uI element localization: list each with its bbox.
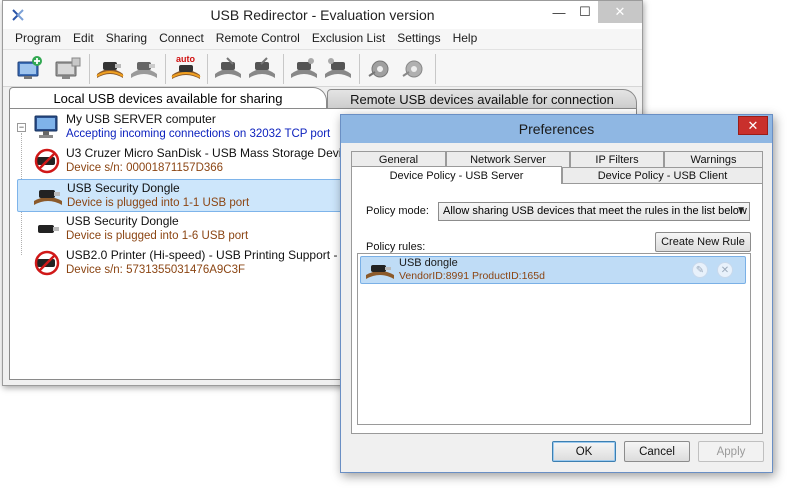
menu-connect[interactable]: Connect [153,29,210,49]
remove-server-icon [55,57,81,79]
computer-icon [34,115,58,138]
edit-rule-icon[interactable]: ✎ [692,262,708,278]
device-node[interactable]: USB2.0 Printer (Hi-speed) - USB Printing… [32,247,372,281]
delete-rule-icon[interactable]: ✕ [717,262,733,278]
remote-settings-disabled-icon [402,60,423,78]
remove-server-button[interactable] [51,53,85,85]
usb-printer-not-shared-icon [34,250,60,276]
policy-mode-label: Policy mode: [366,205,429,217]
add-server-icon [17,56,42,79]
disconnect-remote-button[interactable] [321,53,355,85]
share-device-icon [96,62,124,78]
unshare-device-button[interactable] [127,53,161,85]
policy-mode-select[interactable]: Allow sharing USB devices that meet the … [438,202,750,221]
rule-detail: VendorID:8991 ProductID:165d [399,270,545,282]
device-tabs: Remote USB devices available for connect… [9,87,637,109]
add-server-button[interactable] [13,53,47,85]
disconnect-button[interactable] [245,53,279,85]
connect-button[interactable] [211,53,245,85]
auto-label: auto [176,54,196,64]
dialog-close-button[interactable]: ✕ [738,116,768,135]
preferences-dialog: Preferences ✕ General Network Server IP … [340,114,773,473]
close-button[interactable]: ✕ [598,1,642,23]
server-name: My USB SERVER computer [66,112,216,126]
server-node[interactable]: My USB SERVER computer Accepting incomin… [32,111,372,143]
remote-settings-button[interactable] [363,53,397,85]
tab-remote-devices[interactable]: Remote USB devices available for connect… [327,89,637,109]
usb-storage-not-shared-icon [34,148,60,174]
policy-rules-label: Policy rules: [366,241,426,253]
tab-device-policy-client[interactable]: Device Policy - USB Client [562,167,763,184]
device-name: USB Security Dongle [66,214,179,228]
disconnect-icon [249,57,275,78]
device-node-selected[interactable]: USB Security Dongle Device is plugged in… [17,179,357,212]
usb-dongle-icon [38,225,59,233]
device-detail: Device is plugged into 1-1 USB port [67,197,250,209]
device-node[interactable]: USB Security Dongle Device is plugged in… [32,213,372,247]
device-name: USB Security Dongle [67,181,180,195]
connect-remote-icon [291,58,317,78]
chevron-down-icon: ▼ [736,205,746,216]
device-name: U3 Cruzer Micro SanDisk - USB Mass Stora… [66,146,355,160]
dialog-title-bar: Preferences ✕ [341,115,772,143]
cancel-button[interactable]: Cancel [624,441,690,462]
menu-remote-control[interactable]: Remote Control [210,29,306,49]
device-node[interactable]: U3 Cruzer Micro SanDisk - USB Mass Stora… [32,145,372,179]
apply-button[interactable]: Apply [698,441,764,462]
tab-local-devices[interactable]: Local USB devices available for sharing [9,87,327,109]
auto-share-button[interactable]: auto [169,53,203,85]
rule-name: USB dongle [399,257,458,269]
maximize-button[interactable]: ☐ [572,1,598,23]
menu-edit[interactable]: Edit [67,29,100,49]
rule-item[interactable]: USB dongle VendorID:8991 ProductID:165d … [360,256,746,284]
policy-mode-value: Allow sharing USB devices that meet the … [443,205,747,217]
toolbar: auto [3,49,642,87]
usb-dongle-rule-icon [366,265,394,279]
create-new-rule-button[interactable]: Create New Rule [655,232,751,252]
tab-ip-filters[interactable]: IP Filters [570,151,664,168]
title-bar: USB Redirector - Evaluation version — ☐ … [3,1,642,29]
disconnect-remote-icon [325,58,351,78]
device-name: USB2.0 Printer (Hi-speed) - USB Printing… [66,248,358,262]
collapse-toggle[interactable]: − [17,123,26,132]
usb-dongle-shared-icon [34,190,62,205]
connect-remote-button[interactable] [287,53,321,85]
remote-settings-disabled-button[interactable] [397,53,431,85]
remote-settings-icon [368,60,389,78]
tab-warnings[interactable]: Warnings [664,151,763,168]
server-status: Accepting incoming connections on 32032 … [66,128,331,140]
menu-settings[interactable]: Settings [391,29,446,49]
policy-rules-list: USB dongle VendorID:8991 ProductID:165d … [357,253,751,425]
unshare-device-icon [131,62,157,78]
device-detail: Device is plugged into 1-6 USB port [66,230,249,242]
minimize-button[interactable]: — [546,1,572,23]
menu-program[interactable]: Program [9,29,67,49]
tab-device-policy-server[interactable]: Device Policy - USB Server [351,166,562,184]
dialog-title: Preferences [518,121,595,137]
auto-share-icon: auto [171,54,201,79]
share-device-button[interactable] [93,53,127,85]
menu-exclusion-list[interactable]: Exclusion List [306,29,391,49]
ok-button[interactable]: OK [552,441,616,462]
device-detail: Device s/n: 5731355031476A9C3F [66,264,246,276]
menu-help[interactable]: Help [447,29,484,49]
connect-icon [215,57,241,78]
menu-sharing[interactable]: Sharing [100,29,153,49]
device-detail: Device s/n: 00001871157D366 [66,162,224,174]
menu-bar: Program Edit Sharing Connect Remote Cont… [3,29,642,49]
